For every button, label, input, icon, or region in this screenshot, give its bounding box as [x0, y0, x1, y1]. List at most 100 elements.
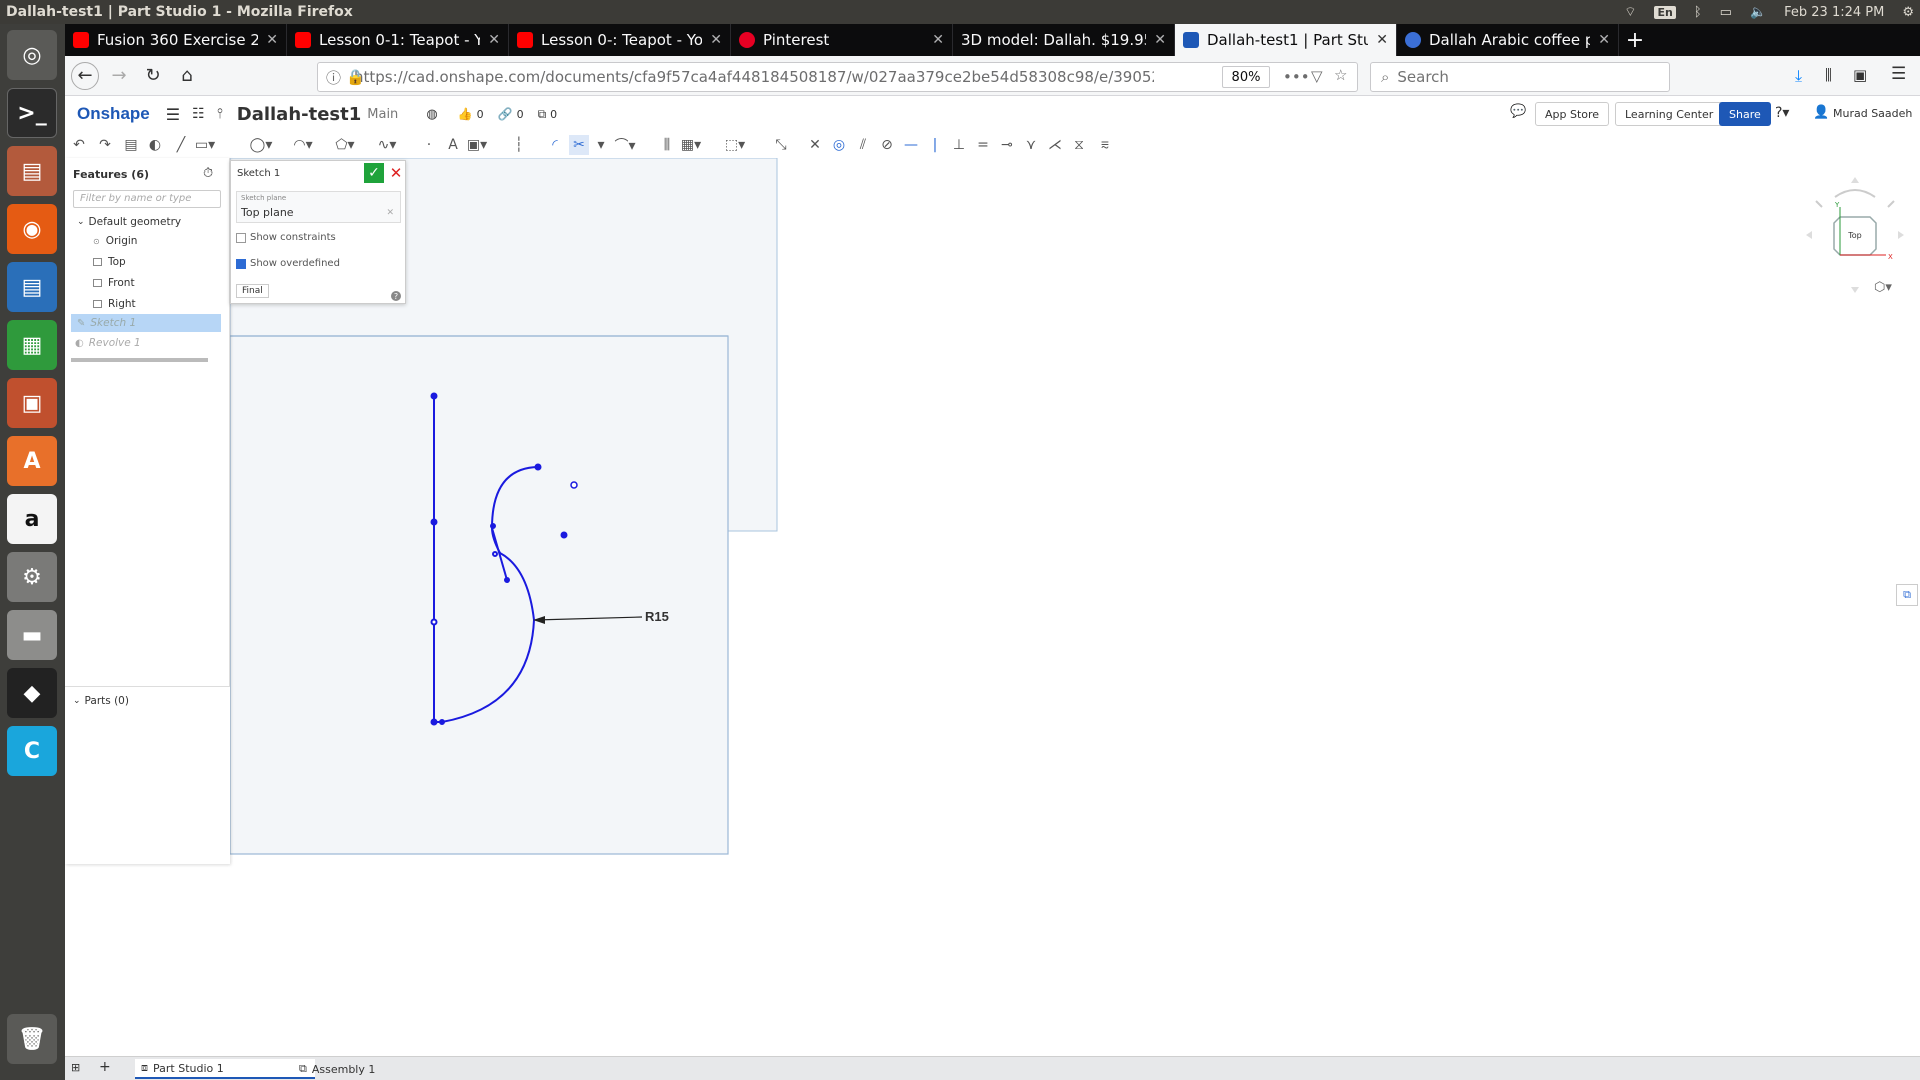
tangent-icon[interactable]: ⊘: [877, 135, 897, 155]
impress-icon[interactable]: ▣: [7, 378, 57, 428]
onshape-logo[interactable]: Onshape: [77, 104, 150, 124]
sketch-point[interactable]: [430, 392, 438, 400]
sketch-plane-field[interactable]: Sketch plane Top plane ✕: [236, 191, 401, 223]
equal-icon[interactable]: =: [973, 135, 993, 155]
pierce-icon[interactable]: ⋌: [1045, 135, 1065, 155]
browser-tab[interactable]: Pinterest ✕: [731, 24, 953, 56]
disk-drive-icon[interactable]: ▬: [7, 610, 57, 660]
branch-name[interactable]: Main: [367, 107, 398, 122]
tree-item-top[interactable]: Top: [93, 256, 126, 268]
sidebar-icon[interactable]: ▣: [1853, 66, 1867, 84]
app-store-button[interactable]: App Store: [1535, 102, 1610, 126]
browser-tab[interactable]: Lesson 0-1: Teapot - You ✕: [287, 24, 509, 56]
menu-hamburger-icon[interactable]: ☰: [166, 105, 180, 124]
accept-check-icon[interactable]: ✓: [364, 163, 384, 183]
reload-icon[interactable]: ↻: [139, 62, 167, 90]
rotate-arc-icon[interactable]: [1834, 189, 1876, 198]
point-tool-icon[interactable]: ·: [419, 135, 439, 155]
bookmark-star-icon[interactable]: ☆: [1334, 66, 1347, 84]
paste-sketch-icon[interactable]: ◐: [145, 135, 165, 155]
coincident-icon[interactable]: ✕: [805, 135, 825, 155]
volume-icon[interactable]: 🔈: [1750, 5, 1766, 20]
back-arrow-icon[interactable]: ←: [71, 61, 99, 90]
pocket-icon[interactable]: ▽: [1311, 67, 1323, 85]
sketch-point[interactable]: [534, 463, 542, 471]
share-button[interactable]: Share: [1719, 102, 1771, 126]
sketch-center-point[interactable]: [570, 481, 578, 489]
amazon-icon[interactable]: a: [7, 494, 57, 544]
feature-filter-input[interactable]: Filter by name or type: [73, 190, 221, 208]
tree-item-sketch[interactable]: ✎ Sketch 1: [71, 314, 221, 332]
circle-tool-icon[interactable]: ◯▾: [250, 135, 273, 155]
dash-home-icon[interactable]: ◎: [7, 30, 57, 80]
link-icon[interactable]: 🔗: [498, 107, 513, 121]
image-tool-icon[interactable]: ▣▾: [467, 135, 487, 155]
menu-hamburger-icon[interactable]: ☰: [1891, 64, 1906, 84]
chevron-down-icon[interactable]: ⌄: [77, 217, 85, 227]
parts-group[interactable]: ⌄ Parts (0): [73, 695, 129, 707]
sketch-center-point[interactable]: [560, 531, 568, 539]
chevron-down-icon[interactable]: ⌄: [73, 696, 81, 706]
checkbox-unchecked-icon[interactable]: [236, 232, 246, 243]
tab-part-studio[interactable]: ⧈ Part Studio 1: [135, 1059, 315, 1079]
undo-icon[interactable]: ↶: [69, 135, 89, 155]
view-cube[interactable]: Top Y X: [1800, 175, 1910, 295]
tree-item-revolve[interactable]: ◐ Revolve 1: [75, 337, 141, 349]
show-constraints-checkbox[interactable]: Show constraints: [236, 232, 336, 243]
url-bar[interactable]: ⓘ 🔒 https://cad.onshape.com/documents/cf…: [317, 62, 1358, 92]
final-button[interactable]: Final: [236, 284, 269, 298]
system-settings-icon[interactable]: ⚙: [7, 552, 57, 602]
url-text[interactable]: https://cad.onshape.com/documents/cfa9f5…: [354, 68, 1154, 86]
tree-item-origin[interactable]: ⊙ Origin: [93, 235, 137, 247]
symmetric-icon[interactable]: ⧖: [1069, 135, 1089, 155]
feature-list-icon[interactable]: ☷: [192, 106, 205, 122]
library-icon[interactable]: ⫼: [1825, 66, 1832, 84]
redo-icon[interactable]: ↷: [95, 135, 115, 155]
tab-manager-icon[interactable]: ⊞: [71, 1061, 80, 1074]
horizontal-icon[interactable]: —: [901, 135, 921, 155]
download-icon[interactable]: ⤓: [1795, 66, 1802, 86]
browser-tab-active[interactable]: Dallah-test1 | Part Studi ✕: [1175, 24, 1397, 56]
cancel-x-icon[interactable]: ✕: [387, 163, 405, 183]
calc-icon[interactable]: ▦: [7, 320, 57, 370]
avatar[interactable]: 👤: [1813, 105, 1829, 120]
copy-icon[interactable]: ⧉: [538, 107, 547, 122]
inkscape-icon[interactable]: ◆: [7, 668, 57, 718]
vertical-icon[interactable]: |: [925, 135, 945, 155]
writer-icon[interactable]: ▤: [7, 262, 57, 312]
home-icon[interactable]: ⌂: [173, 62, 201, 90]
parallel-icon[interactable]: ⫽: [853, 135, 873, 155]
close-icon[interactable]: ✕: [266, 32, 278, 48]
browser-tab[interactable]: Fusion 360 Exercise 2 PC ✕: [65, 24, 287, 56]
forward-arrow-icon[interactable]: →: [105, 62, 133, 90]
user-name[interactable]: Murad Saadeh: [1833, 107, 1912, 120]
concentric-icon[interactable]: ◎: [829, 135, 849, 155]
rectangle-tool-icon[interactable]: ▭▾: [195, 135, 215, 155]
view-down-arrow-icon[interactable]: [1851, 287, 1859, 293]
browser-tab[interactable]: 3D model: Dallah. $19.95 [b ✕: [953, 24, 1175, 56]
tree-item-front[interactable]: Front: [93, 277, 135, 289]
clear-icon[interactable]: ✕: [386, 208, 394, 218]
fillet-tool-icon[interactable]: ◜: [545, 135, 565, 155]
tree-item-right[interactable]: Right: [93, 298, 136, 310]
page-actions-icon[interactable]: •••: [1283, 68, 1310, 86]
mirror-tool-icon[interactable]: ⫼: [657, 135, 677, 155]
new-tab-button[interactable]: +: [1619, 24, 1651, 56]
comments-icon[interactable]: 💬: [1510, 104, 1526, 119]
globe-icon[interactable]: ◍: [426, 107, 437, 122]
browser-tab[interactable]: Dallah Arabic coffee pot ✕: [1397, 24, 1619, 56]
sketch-point[interactable]: [439, 719, 445, 725]
wifi-icon[interactable]: ⌔: [1624, 4, 1636, 20]
normal-icon[interactable]: ⋎: [1021, 135, 1041, 155]
like-icon[interactable]: 👍: [458, 107, 473, 121]
software-center-icon[interactable]: A: [7, 436, 57, 486]
info-icon[interactable]: ⓘ: [326, 67, 341, 88]
offset-tool-icon[interactable]: ⌒▾: [614, 135, 635, 155]
text-tool-icon[interactable]: A: [443, 135, 463, 155]
pattern-tool-icon[interactable]: ▦▾: [681, 135, 701, 155]
zoom-level[interactable]: 80%: [1222, 66, 1270, 88]
app-c-icon[interactable]: C: [7, 726, 57, 776]
variables-icon[interactable]: ⫯: [217, 106, 223, 122]
terminal-icon[interactable]: >_: [7, 88, 57, 138]
firefox-icon[interactable]: ◉: [7, 204, 57, 254]
